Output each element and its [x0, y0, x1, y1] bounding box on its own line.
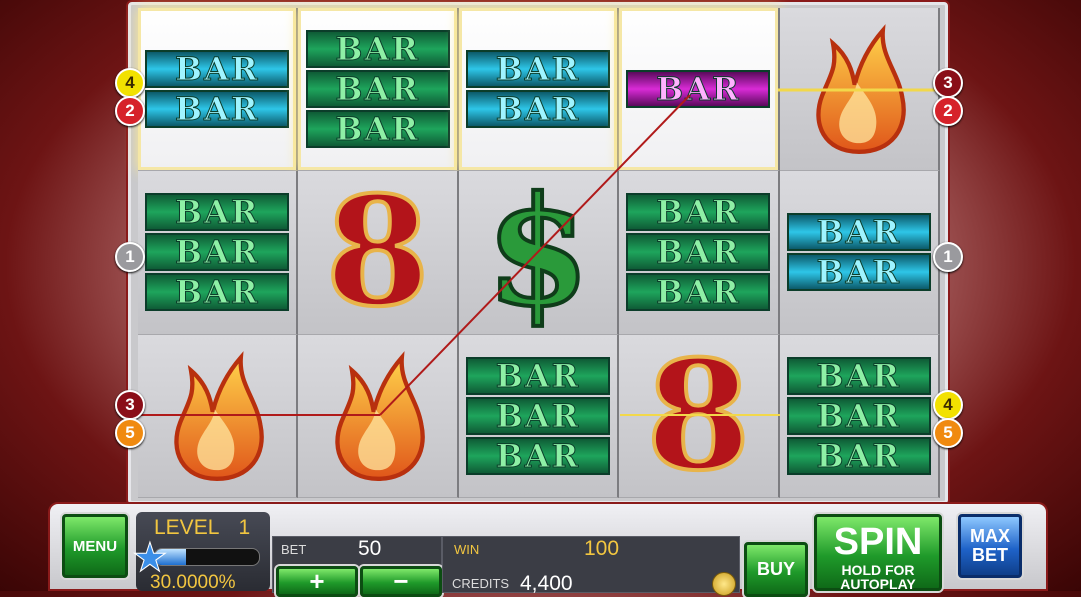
bar-symbol: BAR BAR — [145, 50, 290, 129]
payline-badge-left-5[interactable]: 5 — [115, 418, 145, 448]
reel-cell: BAR BAR BAR — [458, 334, 620, 498]
bar-symbol-row: BAR — [786, 253, 931, 292]
spin-label: SPIN — [833, 521, 923, 563]
reel-cell — [779, 8, 940, 172]
bar-symbol-row: BAR — [305, 70, 450, 109]
bet-plus-button[interactable]: + — [276, 566, 358, 597]
reel-cell: 8 — [298, 164, 459, 341]
bar-symbol: BAR BAR BAR — [145, 193, 290, 312]
payline-badge-right-4[interactable]: 4 — [933, 390, 963, 420]
reel-cell: 8 — [619, 327, 780, 504]
bar-symbol-row: BAR — [465, 396, 610, 435]
reel-cell: BAR BAR BAR — [779, 334, 940, 498]
reel-cell: BAR BAR BAR — [619, 171, 780, 335]
payline-badge-left-3[interactable]: 1 — [115, 242, 145, 272]
bar-symbol-row: BAR — [626, 273, 771, 312]
spin-button[interactable]: SPIN HOLD FOR AUTOPLAY — [814, 514, 942, 591]
bar-symbol-row: BAR — [145, 273, 290, 312]
reel-cell — [298, 334, 459, 498]
bar-symbol-row: BAR — [145, 233, 290, 272]
bar-symbol-row: BAR — [626, 193, 771, 232]
bar-symbol-row: BAR — [305, 110, 450, 149]
bar-symbol: BAR BAR BAR — [786, 356, 931, 475]
buy-button[interactable]: BUY — [744, 542, 808, 597]
credits-value: 4,400 — [520, 572, 573, 595]
win-value: 100 — [584, 537, 620, 560]
reel-cell: $ — [458, 164, 620, 341]
bar-symbol-row: BAR — [786, 213, 931, 252]
reel-cell: BAR BAR — [458, 8, 620, 172]
bar-symbol-row: BAR — [465, 436, 610, 475]
bar-symbol-row: BAR — [786, 356, 931, 395]
bar-symbol-row: BAR — [145, 50, 290, 89]
bar-symbol: BAR BAR BAR — [626, 193, 771, 312]
payline-badge-right-2[interactable]: 2 — [933, 96, 963, 126]
menu-button[interactable]: MENU — [62, 514, 128, 578]
bar-symbol: BAR — [626, 70, 771, 109]
reel-cell: BAR BAR — [779, 171, 940, 335]
bar-symbol-row: BAR — [145, 90, 290, 129]
reel-cell: BAR BAR — [138, 8, 299, 172]
bar-symbol: BAR BAR BAR — [305, 30, 450, 149]
flame-icon — [162, 350, 272, 481]
max-bet-button[interactable]: MAX BET — [958, 514, 1022, 578]
level-value: 1 — [238, 516, 251, 539]
bar-symbol-row: BAR — [465, 50, 610, 89]
win-label: WIN — [454, 542, 480, 557]
bar-symbol: BAR BAR BAR — [465, 356, 610, 475]
bar-symbol-row: BAR — [786, 396, 931, 435]
bar-symbol-row: BAR — [626, 70, 771, 109]
payline-badge-right-5[interactable]: 5 — [933, 418, 963, 448]
payline-badge-left-2[interactable]: 2 — [115, 96, 145, 126]
eight-symbol: 8 — [323, 164, 431, 341]
flame-icon — [323, 350, 433, 481]
bet-value: 50 — [358, 537, 382, 560]
bar-symbol-row: BAR — [465, 90, 610, 129]
spin-autoplay-hint: HOLD FOR AUTOPLAY — [840, 562, 916, 592]
dollar-symbol: $ — [484, 164, 592, 341]
credits-label: CREDITS — [452, 576, 510, 591]
bet-minus-button[interactable]: − — [360, 566, 442, 597]
reel-cell — [138, 334, 299, 498]
bar-symbol-row: BAR — [465, 356, 610, 395]
bar-symbol-row: BAR — [305, 30, 450, 69]
bar-symbol-row: BAR — [626, 233, 771, 272]
payline-badge-left-1[interactable]: 4 — [115, 68, 145, 98]
bar-symbol-row: BAR — [786, 436, 931, 475]
payline-badge-right-1[interactable]: 3 — [933, 68, 963, 98]
eight-symbol: 8 — [644, 327, 752, 504]
flame-icon — [804, 24, 914, 155]
bar-symbol: BAR BAR — [786, 213, 931, 292]
level-progress-track — [154, 548, 260, 566]
coin-icon — [712, 572, 736, 596]
reel-grid: BAR BAR BAR BAR BAR BAR BAR BAR BAR BAR BAR 8 $ BAR BA… — [138, 8, 940, 498]
reel-cell: BAR — [619, 8, 780, 172]
slot-machine: BAR BAR BAR BAR BAR BAR BAR BAR BAR BAR BAR 8 $ BAR BA… — [0, 0, 1081, 597]
level-panel: LEVEL 1 ★ 30.0000% — [132, 512, 270, 593]
bar-symbol: BAR BAR — [465, 50, 610, 129]
payline-badge-left-4[interactable]: 3 — [115, 390, 145, 420]
reel-cell: BAR BAR BAR — [138, 171, 299, 335]
bet-label: BET — [281, 542, 307, 557]
reel-cell: BAR BAR BAR — [298, 8, 459, 172]
payline-badge-right-3[interactable]: 1 — [933, 242, 963, 272]
bar-symbol-row: BAR — [145, 193, 290, 232]
